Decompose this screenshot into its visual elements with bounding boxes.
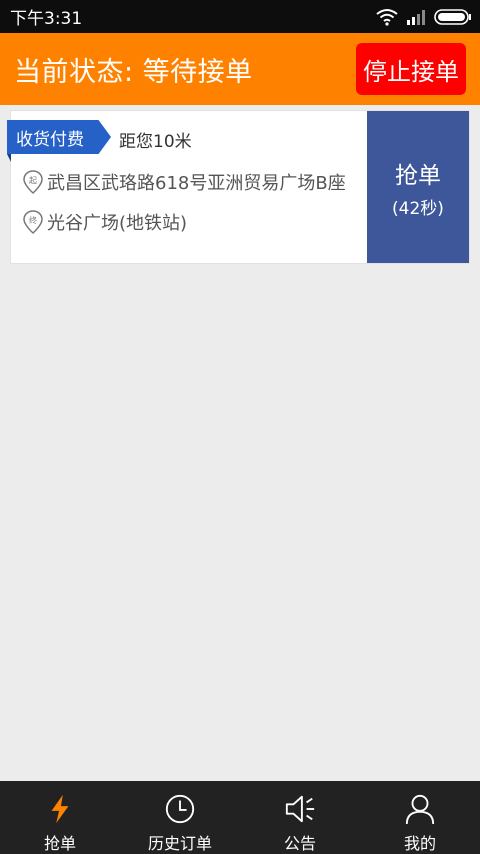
- status-icons: [376, 8, 472, 26]
- grab-order-label: 抢单: [395, 162, 441, 189]
- speaker-icon: [285, 795, 315, 823]
- tab-label: 抢单: [43, 834, 76, 853]
- tab-grab-order[interactable]: 抢单: [0, 781, 120, 854]
- destination-address: 光谷广场(地铁站): [47, 213, 188, 234]
- payment-tag: 收货付费: [7, 120, 111, 154]
- user-icon: [405, 794, 435, 825]
- destination-badge: 终: [29, 215, 37, 225]
- destination-address-row: 终 光谷广场(地铁站): [23, 209, 187, 235]
- wifi-icon: [376, 8, 398, 26]
- tag-fold: [7, 154, 11, 162]
- grab-order-button[interactable]: 抢单 (42秒): [367, 111, 469, 263]
- tab-label: 历史订单: [147, 834, 212, 853]
- status-bar: 下午3:31: [0, 0, 480, 33]
- clock-icon: [165, 794, 195, 824]
- origin-badge: 起: [29, 176, 37, 185]
- order-card[interactable]: 收货付费 距您10米 起 武昌区武珞路618号亚洲贸易广场B座 终 光谷广场(地…: [7, 110, 470, 264]
- destination-pin-icon: 终: [23, 210, 43, 234]
- distance-text: 距您10米: [119, 132, 192, 152]
- tab-label: 我的: [403, 834, 436, 853]
- lightning-icon: [51, 794, 69, 824]
- tab-announcements[interactable]: 公告: [240, 781, 360, 854]
- bottom-tab-bar: 抢单 历史订单 公告 我的: [0, 781, 480, 854]
- grab-countdown: (42秒): [392, 198, 444, 219]
- tab-label: 公告: [283, 834, 316, 853]
- header-bar: 当前状态: 等待接单 停止接单: [0, 33, 480, 105]
- status-time: 下午3:31: [10, 9, 83, 29]
- current-status-title: 当前状态: 等待接单: [14, 56, 253, 88]
- signal-icon: [407, 9, 425, 25]
- stop-accepting-button[interactable]: 停止接单: [356, 43, 466, 95]
- origin-address-row: 起 武昌区武珞路618号亚洲贸易广场B座: [23, 169, 346, 195]
- tab-history-orders[interactable]: 历史订单: [120, 781, 240, 854]
- battery-icon: [434, 8, 471, 25]
- origin-address: 武昌区武珞路618号亚洲贸易广场B座: [47, 173, 346, 194]
- origin-pin-icon: 起: [23, 170, 43, 194]
- tab-my-profile[interactable]: 我的: [360, 781, 480, 854]
